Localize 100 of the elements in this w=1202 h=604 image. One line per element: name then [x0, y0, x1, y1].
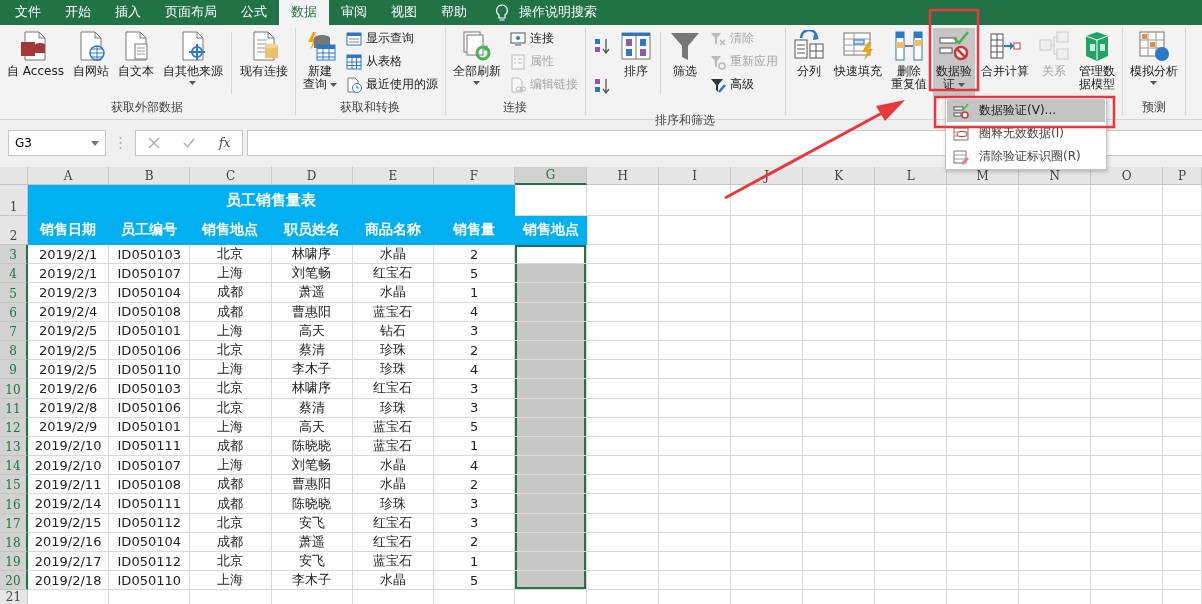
- menu-item[interactable]: 圈释无效数据(I): [947, 122, 1105, 145]
- empty-cell[interactable]: [1091, 245, 1164, 265]
- ribbon-tab[interactable]: 数据: [279, 0, 329, 25]
- empty-cell[interactable]: [875, 264, 948, 284]
- empty-cell[interactable]: [1163, 302, 1202, 322]
- empty-cell[interactable]: [947, 302, 1020, 322]
- ribbon-button[interactable]: 最近使用的源: [342, 74, 441, 95]
- ribbon-button[interactable]: 显示查询: [342, 28, 441, 49]
- empty-cell[interactable]: [1163, 340, 1202, 361]
- selected-cell[interactable]: [515, 302, 588, 322]
- empty-cell[interactable]: [803, 185, 876, 216]
- empty-cell[interactable]: [659, 245, 732, 265]
- empty-cell[interactable]: [803, 475, 876, 495]
- row-header[interactable]: 11: [0, 398, 28, 418]
- empty-cell[interactable]: [659, 321, 732, 341]
- row-header[interactable]: 17: [0, 513, 28, 533]
- selected-cell[interactable]: [515, 456, 588, 476]
- empty-cell[interactable]: [1163, 379, 1202, 399]
- empty-cell[interactable]: [1019, 417, 1092, 437]
- ribbon-tab[interactable]: 公式: [229, 0, 279, 25]
- empty-cell[interactable]: [1091, 340, 1164, 361]
- empty-cell[interactable]: [803, 321, 876, 341]
- empty-cell[interactable]: [1163, 398, 1202, 418]
- row-header[interactable]: 5: [0, 283, 28, 303]
- column-header[interactable]: P: [1163, 167, 1202, 185]
- empty-cell[interactable]: [947, 552, 1020, 572]
- empty-cell[interactable]: [875, 494, 948, 514]
- empty-cell[interactable]: [1019, 494, 1092, 514]
- empty-cell[interactable]: [1019, 321, 1092, 341]
- ribbon-tab[interactable]: 帮助: [429, 0, 479, 25]
- column-header[interactable]: H: [587, 167, 660, 185]
- empty-cell[interactable]: [875, 379, 948, 399]
- empty-cell[interactable]: [803, 245, 876, 265]
- empty-cell[interactable]: [947, 436, 1020, 457]
- empty-cell[interactable]: [947, 417, 1020, 437]
- empty-cell[interactable]: [1091, 264, 1164, 284]
- empty-cell[interactable]: [1163, 494, 1202, 514]
- empty-cell[interactable]: [659, 283, 732, 303]
- empty-cell[interactable]: [1163, 417, 1202, 437]
- empty-cell[interactable]: [803, 571, 876, 591]
- check-icon[interactable]: [183, 137, 196, 149]
- empty-cell[interactable]: [875, 513, 948, 533]
- empty-cell[interactable]: [1019, 379, 1092, 399]
- empty-cell[interactable]: [1163, 245, 1202, 265]
- empty-cell[interactable]: [659, 571, 732, 591]
- empty-cell[interactable]: [659, 360, 732, 380]
- empty-cell[interactable]: [731, 571, 804, 591]
- ribbon-button[interactable]: 合并计算: [977, 28, 1032, 96]
- empty-cell[interactable]: [947, 340, 1020, 361]
- row-header[interactable]: 3: [0, 245, 28, 265]
- empty-cell[interactable]: [803, 216, 876, 245]
- row-header[interactable]: 20: [0, 571, 28, 591]
- empty-cell[interactable]: [731, 302, 804, 322]
- empty-cell[interactable]: [1019, 513, 1092, 533]
- selected-cell[interactable]: [515, 417, 588, 437]
- empty-cell[interactable]: [1163, 436, 1202, 457]
- empty-cell[interactable]: [875, 321, 948, 341]
- row-header[interactable]: 8: [0, 340, 28, 361]
- empty-cell[interactable]: [803, 264, 876, 284]
- empty-cell[interactable]: [875, 417, 948, 437]
- empty-cell[interactable]: [731, 532, 804, 552]
- ribbon-button[interactable]: 模拟分析: [1126, 28, 1181, 96]
- row-header[interactable]: 21: [0, 590, 28, 604]
- empty-cell[interactable]: [1091, 475, 1164, 495]
- empty-cell[interactable]: [947, 571, 1020, 591]
- empty-cell[interactable]: [875, 283, 948, 303]
- empty-cell[interactable]: [947, 475, 1020, 495]
- selected-cell[interactable]: [515, 283, 588, 303]
- column-header[interactable]: A: [28, 167, 110, 185]
- insert-function-button[interactable]: fx: [219, 136, 231, 150]
- empty-cell[interactable]: [947, 360, 1020, 380]
- column-header[interactable]: C: [190, 167, 272, 185]
- empty-cell[interactable]: [659, 216, 732, 245]
- empty-cell[interactable]: [947, 216, 1020, 245]
- empty-cell[interactable]: [947, 456, 1020, 476]
- empty-cell[interactable]: [1091, 436, 1164, 457]
- empty-cell[interactable]: [1019, 340, 1092, 361]
- empty-cell[interactable]: [1091, 571, 1164, 591]
- empty-cell[interactable]: [1091, 456, 1164, 476]
- empty-cell[interactable]: [803, 360, 876, 380]
- empty-cell[interactable]: [1019, 398, 1092, 418]
- empty-cell[interactable]: [947, 379, 1020, 399]
- empty-cell[interactable]: [1163, 552, 1202, 572]
- ribbon-button[interactable]: 自其他来源: [159, 28, 226, 96]
- selected-cell[interactable]: [515, 360, 588, 380]
- empty-cell[interactable]: [1163, 456, 1202, 476]
- selected-cell[interactable]: [515, 264, 588, 284]
- ribbon-button[interactable]: 全部刷新: [449, 28, 504, 96]
- empty-cell[interactable]: [1163, 283, 1202, 303]
- ribbon-tab[interactable]: 页面布局: [153, 0, 229, 25]
- empty-cell[interactable]: [1091, 360, 1164, 380]
- ribbon-button[interactable]: 高级: [706, 74, 781, 95]
- selected-cell[interactable]: [515, 513, 588, 533]
- empty-cell[interactable]: [731, 264, 804, 284]
- empty-cell[interactable]: [731, 185, 804, 216]
- empty-cell[interactable]: [731, 379, 804, 399]
- empty-cell[interactable]: [659, 417, 732, 437]
- ribbon-button[interactable]: 筛选: [665, 28, 704, 96]
- tell-me-search[interactable]: 操作说明搜索: [519, 4, 597, 21]
- empty-cell[interactable]: [803, 379, 876, 399]
